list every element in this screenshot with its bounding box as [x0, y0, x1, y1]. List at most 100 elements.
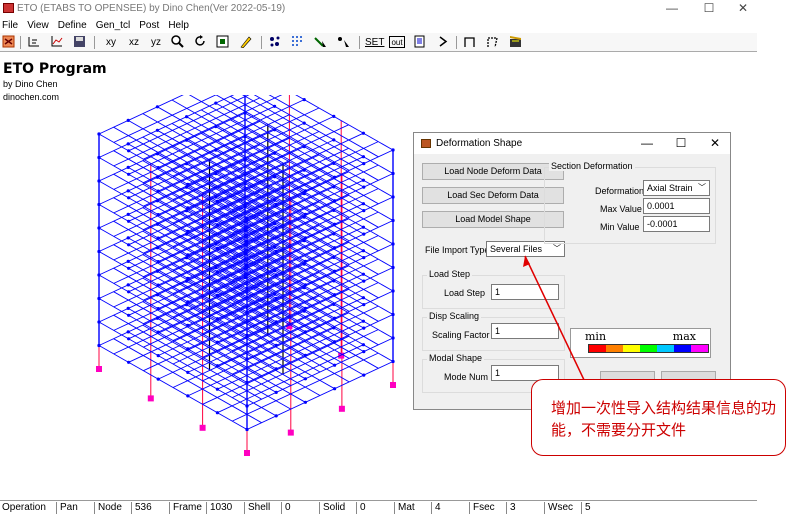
- frame-element: [230, 95, 379, 181]
- node-marker: [333, 222, 337, 226]
- tool-save-icon[interactable]: [73, 35, 87, 50]
- deformation-select[interactable]: Axial Strain ﹀: [643, 180, 710, 196]
- node-marker: [274, 390, 278, 394]
- menu-post[interactable]: Post: [137, 18, 163, 31]
- status-node-label: Node: [98, 502, 122, 513]
- status-divider: [206, 502, 207, 514]
- grid-dots-icon[interactable]: [291, 35, 305, 50]
- status-frame-label: Frame: [173, 502, 202, 513]
- menu-view[interactable]: View: [25, 18, 53, 31]
- node-marker: [185, 115, 189, 119]
- maximize-button[interactable]: ☐: [694, 1, 724, 15]
- document-icon[interactable]: [413, 35, 427, 50]
- menu-define[interactable]: Define: [56, 18, 91, 31]
- out-button[interactable]: out: [389, 36, 405, 48]
- node-marker: [333, 175, 337, 179]
- next-icon[interactable]: [436, 35, 450, 50]
- status-node-value: 536: [135, 502, 152, 513]
- legend-swatch: [623, 345, 640, 352]
- node-marker: [333, 199, 337, 203]
- min-value-input[interactable]: -0.0001: [643, 216, 710, 232]
- node-marker: [362, 373, 366, 377]
- node-marker: [126, 330, 130, 334]
- node-marker: [361, 319, 365, 323]
- node-marker: [186, 276, 190, 280]
- node-marker: [126, 118, 130, 122]
- status-mat-label: Mat: [398, 502, 415, 513]
- load-step-input[interactable]: 1: [491, 284, 559, 300]
- set-button[interactable]: SET: [365, 35, 384, 50]
- status-divider: [94, 502, 95, 514]
- tool-axis-icon[interactable]: [27, 35, 41, 50]
- status-frame-value: 1030: [210, 502, 233, 513]
- node-marker: [303, 259, 307, 263]
- select-line-icon[interactable]: [314, 35, 328, 50]
- animation-icon[interactable]: [509, 35, 523, 50]
- node-marker: [303, 212, 307, 216]
- node-marker: [362, 326, 366, 330]
- minimize-button[interactable]: —: [657, 1, 687, 15]
- scaling-factor-input[interactable]: 1: [491, 323, 559, 339]
- node-marker: [186, 229, 190, 233]
- legend-max-label: max: [672, 330, 696, 343]
- node-marker: [361, 296, 365, 300]
- node-marker: [361, 343, 365, 347]
- structure-3d-viewport[interactable]: [90, 95, 410, 465]
- load-sec-deform-button[interactable]: Load Sec Deform Data: [422, 187, 564, 204]
- scaling-factor-label: Scaling Factor: [432, 330, 490, 340]
- frame-element: [98, 321, 248, 407]
- close-button[interactable]: ✕: [728, 1, 758, 15]
- callout-text: 增加一次性导入结构结果信息的功能，不需要分开文件: [551, 399, 777, 439]
- legend-swatch: [606, 345, 623, 352]
- color-legend: min max: [570, 328, 711, 358]
- node-marker: [362, 185, 366, 189]
- max-value-input[interactable]: 0.0001: [643, 198, 710, 214]
- status-divider: [356, 502, 357, 514]
- dialog-maximize-button[interactable]: ☐: [671, 136, 691, 150]
- node-marker: [303, 377, 307, 381]
- node-marker: [156, 189, 160, 193]
- deform-shape-icon[interactable]: [486, 35, 500, 50]
- node-marker: [332, 114, 336, 118]
- menu-gen-tcl[interactable]: Gen_tcl: [94, 18, 134, 31]
- node-marker: [215, 223, 219, 227]
- tool-chart-icon[interactable]: [50, 35, 64, 50]
- status-divider: [581, 502, 582, 514]
- node-marker: [215, 293, 219, 297]
- frame-shape-icon[interactable]: [463, 35, 477, 50]
- node-marker: [362, 162, 366, 166]
- node-marker: [127, 290, 131, 294]
- rotate-icon[interactable]: [194, 35, 208, 50]
- select-node-icon[interactable]: [337, 35, 351, 50]
- node-marker: [361, 131, 365, 135]
- view-yz-button[interactable]: yz: [148, 35, 164, 50]
- dialog-minimize-button[interactable]: —: [637, 136, 657, 150]
- pencil-icon[interactable]: [239, 35, 253, 50]
- view-xz-button[interactable]: xz: [126, 35, 142, 50]
- support-marker: [244, 450, 250, 456]
- zoom-icon[interactable]: [171, 35, 185, 50]
- legend-swatch: [657, 345, 674, 352]
- status-solid-label: Solid: [323, 502, 346, 513]
- status-shell-label: Shell: [248, 502, 271, 513]
- node-marker: [333, 246, 337, 250]
- frame-element: [113, 338, 262, 424]
- node-tool-icon[interactable]: [268, 35, 282, 50]
- status-fsec-label: Fsec: [473, 502, 495, 513]
- load-model-shape-button[interactable]: Load Model Shape: [422, 211, 564, 228]
- node-marker: [303, 236, 307, 240]
- node-marker: [156, 213, 160, 217]
- status-divider: [394, 502, 395, 514]
- tool-open-icon[interactable]: [2, 35, 16, 50]
- frame-view-icon[interactable]: [216, 35, 230, 50]
- node-marker: [156, 354, 160, 358]
- menu-file[interactable]: File: [0, 18, 22, 31]
- dialog-close-button[interactable]: ✕: [705, 136, 725, 150]
- disp-scaling-group-title: Disp Scaling: [427, 311, 482, 321]
- node-marker: [273, 104, 277, 108]
- load-node-deform-button[interactable]: Load Node Deform Data: [422, 163, 564, 180]
- menu-help[interactable]: Help: [166, 18, 193, 31]
- view-xy-button[interactable]: xy: [103, 35, 119, 50]
- deformation-value: Axial Strain: [647, 183, 693, 193]
- frame-element: [98, 345, 248, 430]
